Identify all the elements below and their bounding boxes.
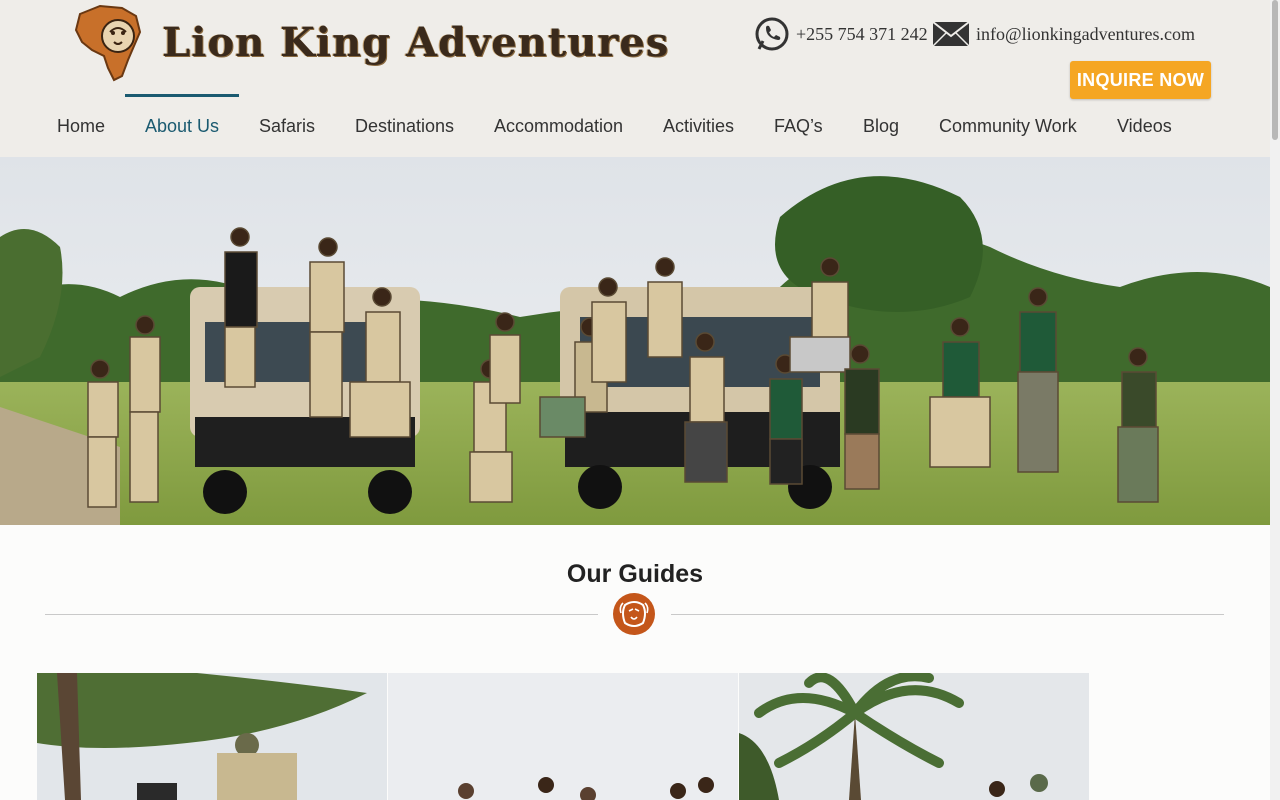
guide-photo-card[interactable] — [388, 673, 738, 800]
phone-number: +255 754 371 242 — [796, 23, 928, 44]
section-title-our-guides: Our Guides — [566, 560, 704, 588]
nav-item-destinations[interactable]: Destinations — [355, 96, 454, 156]
nav-item-accommodation[interactable]: Accommodation — [494, 96, 623, 156]
guide-photo-card[interactable] — [37, 673, 387, 800]
envelope-icon — [932, 21, 970, 47]
nav-item-videos[interactable]: Videos — [1117, 96, 1172, 156]
section-divider-left — [45, 614, 598, 615]
whatsapp-icon — [755, 17, 789, 51]
guides-gallery — [37, 673, 1089, 800]
section-divider-right — [671, 614, 1224, 615]
lion-head-icon — [613, 593, 655, 635]
scrollbar-thumb[interactable] — [1272, 0, 1278, 140]
guide-photo-card[interactable] — [739, 673, 1089, 800]
hero-image-guides-group — [0, 157, 1270, 525]
nav-item-safaris[interactable]: Safaris — [259, 96, 315, 156]
nav-item-blog[interactable]: Blog — [863, 96, 899, 156]
hero-illustration — [0, 157, 1270, 525]
lion-africa-logo-icon — [74, 4, 142, 82]
main-nav: Home About Us Safaris Destinations Accom… — [0, 96, 1270, 156]
phone-contact[interactable]: +255 754 371 242 — [754, 14, 928, 54]
email-contact[interactable]: info@lionkingadventures.com — [932, 14, 1195, 54]
email-address: info@lionkingadventures.com — [976, 23, 1196, 44]
nav-item-community-work[interactable]: Community Work — [939, 96, 1077, 156]
site-logo[interactable]: Lion King Adventures — [70, 2, 670, 82]
site-header: Lion King Adventures +255 754 371 242 in… — [0, 0, 1270, 157]
nav-item-home[interactable]: Home — [57, 96, 105, 156]
nav-item-about-us[interactable]: About Us — [145, 96, 219, 156]
inquire-now-button[interactable]: INQUIRE NOW — [1070, 61, 1211, 99]
brand-name: Lion King Adventures — [162, 18, 670, 66]
nav-item-faqs[interactable]: FAQ’s — [774, 96, 823, 156]
nav-item-activities[interactable]: Activities — [663, 96, 734, 156]
page-scrollbar[interactable] — [1270, 0, 1280, 800]
